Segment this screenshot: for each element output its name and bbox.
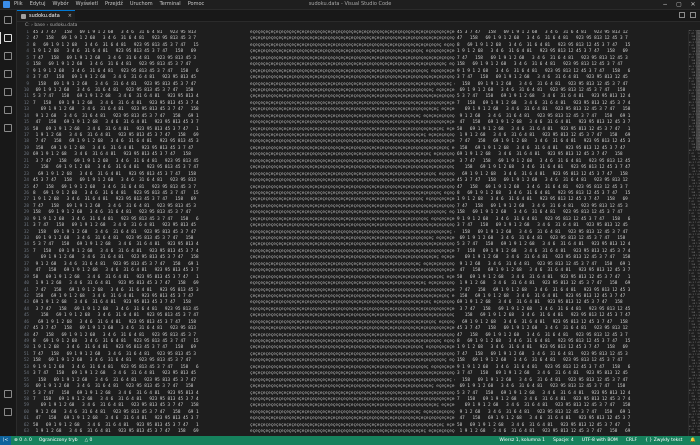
- code-line[interactable]: eçeçeçeçeçeçeçeçeçeçeçeçeçeçeçeçeçeçeçeç…: [250, 326, 455, 332]
- minimap-line: 158 69 1 9 1 2 68 3 4 6 31 6 4 81 923 95…: [691, 432, 700, 434]
- editor-text-left[interactable]: 45 3 7 47 158 69 1 9 1 2 68 3 4 6 31 6 4…: [33, 30, 248, 436]
- code-line[interactable]: eçeçeçeçeçeçeçeçeçeçeçeçeçeçeçeçeçeçeçeç…: [250, 358, 455, 364]
- code-line[interactable]: çeçeçeçeçeçeçeçeçeçeçeçeçeçeçeçeçeçeçeçe…: [250, 94, 455, 100]
- line-number: 63: [23, 429, 29, 435]
- code-line[interactable]: çeçeçeçeçeçeçeçeçeçeçeçeçeçeçeçeçeçeçeçe…: [250, 403, 455, 409]
- code-line[interactable]: eçeçeçeçeçeçeçeçeçeçeçeçeçeçeçeçeçeçeçeç…: [250, 178, 455, 184]
- editor-area[interactable]: 1 2 3 4 5 6 7 8 9 10 11 12 13 14 15 16 17 18 19 20 21 22 23 24 2…: [17, 30, 688, 436]
- line-number-gutter: 1 2 3 4 5 6 7 8 9 10 11 12 13 14 15 16 17 18 19 20 21 22 23 24 2…: [17, 30, 31, 436]
- code-line[interactable]: eçeçeçeçeçeçeçeçeçeçeçeçeçeçeçeçeçeçeçeç…: [250, 268, 455, 274]
- code-line[interactable]: eçeçeçeçeçeçeçeçeçeçeçeçeçeçeçeçeçeçeçeç…: [250, 281, 455, 287]
- menu-go[interactable]: Przejdź: [105, 0, 123, 9]
- code-line[interactable]: eçeçeçeçeçeçeçeçeçeçeçeçeçeçeçeçeçeçeçeç…: [250, 139, 455, 145]
- code-line[interactable]: 1 9 1 2 68 3 4 6 31 6 4 81 923 95 813 12…: [457, 429, 688, 435]
- code-line[interactable]: çeçeçeçeçeçeçeçeçeçeçeçeçeçeçeçeçeçeçeçe…: [250, 345, 455, 351]
- status-left: ⊗ 0 ⚠ 0 Ograniczony tryb △ 0: [14, 436, 92, 445]
- code-line[interactable]: eçeçeçeçeçeçeçeçeçeçeçeçeçeçeçeçeçeçeçeç…: [250, 416, 455, 422]
- code-line[interactable]: çeçeçeçeçeçeçeçeçeçeçeçeçeçeçeçeçeçeçeçe…: [250, 75, 455, 81]
- code-line[interactable]: çeçeçeçeçeçeçeçeçeçeçeçeçeçeçeçeçeçeçeçe…: [250, 49, 455, 55]
- status-right: Wiersz 1, kolumna 1 Spacje: 4 UTF-8 with…: [499, 436, 696, 445]
- remote-explorer-icon[interactable]: [4, 106, 12, 114]
- problems-indicator[interactable]: ⊗ 0 ⚠ 0: [14, 436, 32, 445]
- cursor-position[interactable]: Wiersz 1, kolumna 1: [499, 436, 545, 445]
- active-indicator: [0, 32, 1, 44]
- editor-actions: [679, 12, 696, 18]
- breadcrumb[interactable]: C: › base › sudoku.data: [17, 22, 700, 30]
- code-line[interactable]: 1 9 1 2 68 3 4 6 31 6 4 81 923 95 813 45…: [33, 429, 248, 435]
- code-line[interactable]: eçeçeçeçeçeçeçeçeçeçeçeçeçeçeçeçeçeçeçeç…: [250, 210, 455, 216]
- testing-icon[interactable]: [4, 124, 12, 132]
- code-line[interactable]: çeçeçeçeçeçeçeçeçeçeçeçeçeçeçeçeçeçeçeçe…: [250, 185, 455, 191]
- language-mode[interactable]: { } Zwykły tekst: [645, 436, 682, 445]
- code-line[interactable]: eçeçeçeçeçeçeçeçeçeçeçeçeçeçeçeçeçeçeçeç…: [250, 82, 455, 88]
- account-icon[interactable]: [4, 390, 12, 398]
- code-line[interactable]: çeçeçeçeçeçeçeçeçeçeçeçeçeçeçeçeçeçeçeçe…: [250, 384, 455, 390]
- file-icon: [21, 14, 26, 19]
- code-line[interactable]: çeçeçeçeçeçeçeçeçeçeçeçeçeçeçeçeçeçeçeçe…: [250, 107, 455, 113]
- code-line[interactable]: çeçeçeçeçeçeçeçeçeçeçeçeçeçeçeçeçeçeçeçe…: [250, 165, 455, 171]
- notifications-icon[interactable]: 🔔: [690, 436, 696, 445]
- menu-view[interactable]: Wyświetl: [76, 0, 98, 9]
- menu-help[interactable]: Pomoc: [188, 0, 205, 9]
- status-bar: ⟩< ⊗ 0 ⚠ 0 Ograniczony tryb △ 0 Wiersz 1…: [0, 436, 700, 445]
- run-debug-icon[interactable]: [4, 70, 12, 78]
- restricted-mode-indicator[interactable]: Ograniczony tryb: [39, 436, 78, 445]
- code-line[interactable]: çeçeçeçeçeçeçeçeçeçeçeçeçeçeçeçeçeçeçeçe…: [250, 36, 455, 42]
- editor-text-middle[interactable]: eçeçeçeçeçeçeçeçeçeçeçeçeçeçeçeçeçeçeçeç…: [250, 30, 455, 436]
- code-line[interactable]: çeçeçeçeçeçeçeçeçeçeçeçeçeçeçeçeçeçeçeçe…: [250, 371, 455, 377]
- menu-run[interactable]: Uruchom: [130, 0, 153, 9]
- settings-gear-icon[interactable]: [4, 408, 12, 416]
- remote-indicator[interactable]: ⟩<: [0, 436, 11, 445]
- code-line[interactable]: eçeçeçeçeçeçeçeçeçeçeçeçeçeçeçeçeçeçeçeç…: [250, 429, 455, 435]
- search-icon[interactable]: [4, 34, 12, 42]
- code-line[interactable]: çeçeçeçeçeçeçeçeçeçeçeçeçeçeçeçeçeçeçeçe…: [250, 255, 455, 261]
- vertical-scrollbar[interactable]: [696, 30, 700, 150]
- code-line[interactable]: çeçeçeçeçeçeçeçeçeçeçeçeçeçeçeçeçeçeçeçe…: [250, 242, 455, 248]
- window-controls: − ▢ ✕: [658, 0, 700, 9]
- menu-file[interactable]: Plik: [14, 0, 23, 9]
- maximize-button[interactable]: ▢: [672, 0, 686, 9]
- code-line[interactable]: eçeçeçeçeçeçeçeçeçeçeçeçeçeçeçeçeçeçeçeç…: [250, 152, 455, 158]
- activity-bar: [0, 10, 17, 436]
- tab-sudoku-data[interactable]: sudoku.data ×: [17, 10, 75, 21]
- more-actions-icon[interactable]: [690, 12, 696, 18]
- menu-selection[interactable]: Wybór: [53, 0, 69, 9]
- explorer-icon[interactable]: [4, 16, 12, 24]
- title-bar: Plik Edytuj Wybór Wyświetl Przejdź Uruch…: [0, 0, 700, 10]
- close-window-button[interactable]: ✕: [686, 0, 700, 9]
- code-line[interactable]: eçeçeçeçeçeçeçeçeçeçeçeçeçeçeçeçeçeçeçeç…: [250, 288, 455, 294]
- code-line[interactable]: çeçeçeçeçeçeçeçeçeçeçeçeçeçeçeçeçeçeçeçe…: [250, 223, 455, 229]
- menu-terminal[interactable]: Terminal: [160, 0, 181, 9]
- split-editor-icon[interactable]: [679, 12, 685, 18]
- tab-bar: sudoku.data ×: [17, 10, 700, 22]
- extensions-icon[interactable]: [4, 88, 12, 96]
- minimize-button[interactable]: −: [658, 0, 672, 9]
- code-line[interactable]: çeçeçeçeçeçeçeçeçeçeçeçeçeçeçeçeçeçeçeçe…: [250, 391, 455, 397]
- code-line[interactable]: eçeçeçeçeçeçeçeçeçeçeçeçeçeçeçeçeçeçeçeç…: [250, 120, 455, 126]
- menu-edit[interactable]: Edytuj: [30, 0, 46, 9]
- tab-close-button[interactable]: ×: [68, 11, 72, 21]
- code-line[interactable]: çeçeçeçeçeçeçeçeçeçeçeçeçeçeçeçeçeçeçeçe…: [250, 197, 455, 203]
- encoding[interactable]: UTF-8 with BOM: [582, 436, 618, 445]
- ports-indicator[interactable]: △ 0: [85, 436, 93, 445]
- editor-text-right[interactable]: 45 3 7 47 158 69 1 9 1 2 68 3 4 6 31 6 4…: [457, 30, 688, 436]
- tab-label: sudoku.data: [29, 13, 60, 19]
- line-ending[interactable]: CRLF: [626, 436, 637, 445]
- menu-bar: Plik Edytuj Wybór Wyświetl Przejdź Uruch…: [14, 0, 204, 9]
- code-line[interactable]: eçeçeçeçeçeçeçeçeçeçeçeçeçeçeçeçeçeçeçeç…: [250, 62, 455, 68]
- source-control-icon[interactable]: [4, 52, 12, 60]
- indentation[interactable]: Spacje: 4: [553, 436, 574, 445]
- code-line[interactable]: çeçeçeçeçeçeçeçeçeçeçeçeçeçeçeçeçeçeçeçe…: [250, 313, 455, 319]
- vscode-logo-icon: [3, 1, 10, 8]
- code-line[interactable]: eçeçeçeçeçeçeçeçeçeçeçeçeçeçeçeçeçeçeçeç…: [250, 300, 455, 306]
